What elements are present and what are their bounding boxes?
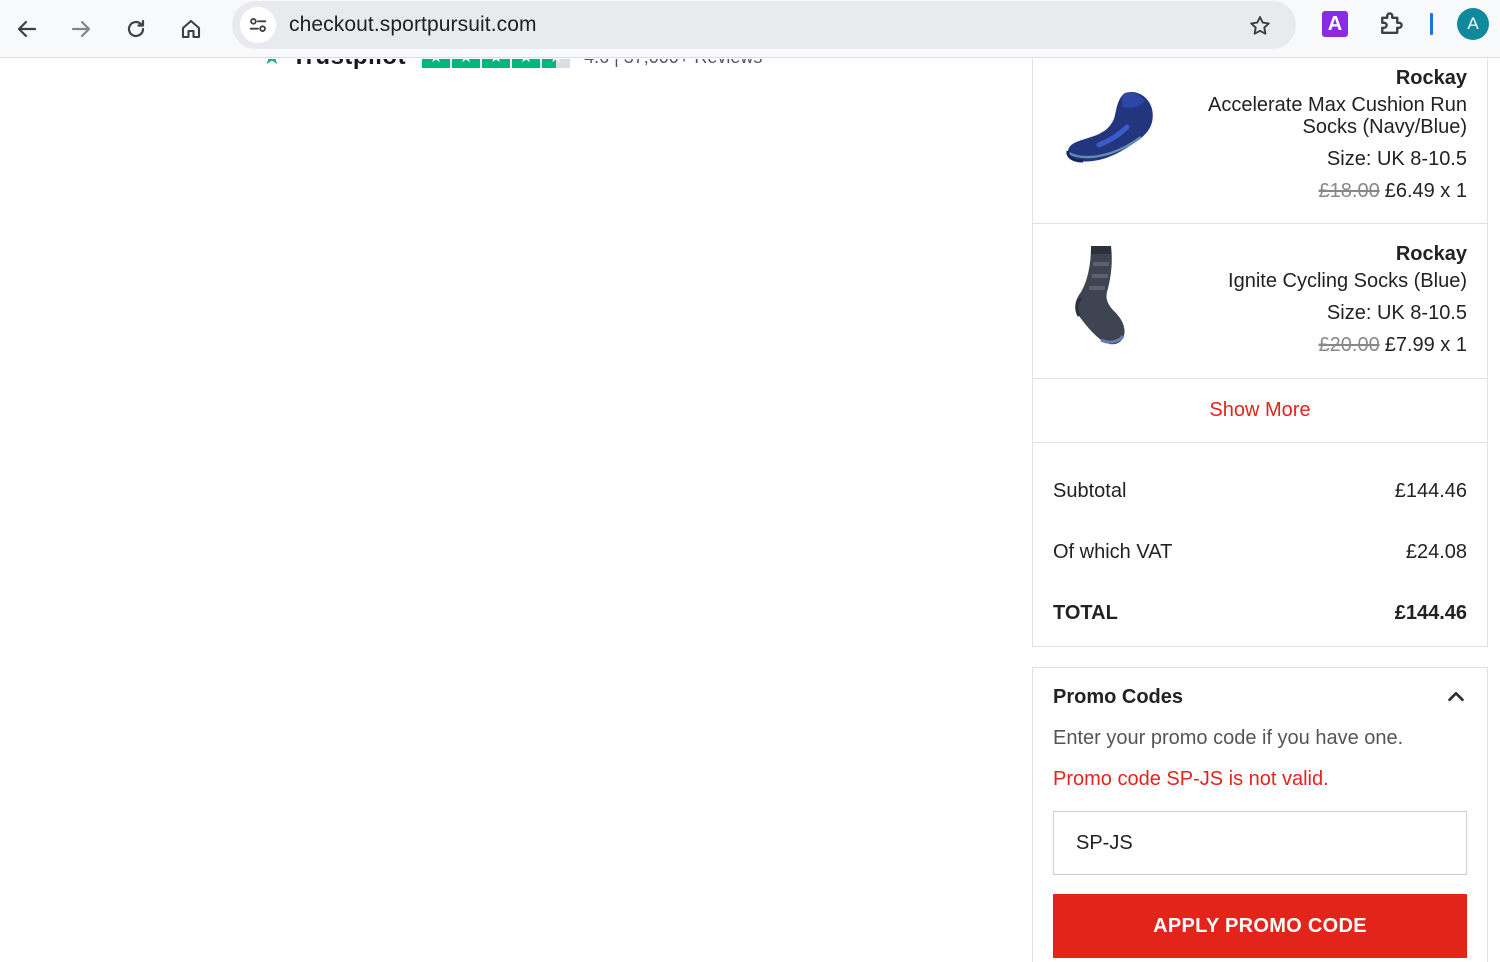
show-more-row: Show More [1033,379,1487,443]
totals-section: Subtotal £144.46 Of which VAT £24.08 TOT… [1033,461,1487,644]
subtotal-value: £144.46 [1394,480,1467,502]
rating-star-icon: ★ [452,59,481,68]
item-old-price: £18.00 [1318,180,1380,202]
navy-ankle-sock-image [1066,91,1153,163]
item-name: Accelerate Max Cushion Run Socks (Navy/B… [1207,94,1467,138]
toolbar-divider [1430,13,1433,35]
cart-item: Rockay Ignite Cycling Socks (Blue) Size:… [1033,224,1487,379]
show-more-link[interactable]: Show More [1209,399,1310,422]
cart-item-details: Rockay Accelerate Max Cushion Run Socks … [1187,67,1467,202]
chevron-up-icon[interactable] [1445,686,1467,708]
promo-code-input[interactable] [1053,811,1467,875]
subtotal-label: Subtotal [1053,480,1127,502]
total-row: TOTAL £144.46 [1053,583,1467,644]
promo-header[interactable]: Promo Codes [1053,685,1467,709]
cart-item: Rockay Accelerate Max Cushion Run Socks … [1033,59,1487,224]
promo-error-message: Promo code SP-JS is not valid. [1053,768,1329,790]
item-brand: Rockay [1395,67,1467,89]
item-price-line: £18.00 £6.49 x 1 [1187,180,1467,202]
vat-row: Of which VAT £24.08 [1053,522,1467,583]
back-button[interactable] [7,9,47,49]
item-brand: Rockay [1395,243,1467,265]
rating-star-icon: ★ [482,59,511,68]
apply-promo-button[interactable]: APPLY PROMO CODE [1053,894,1467,958]
home-button[interactable] [171,9,211,49]
item-price-qty: £6.49 x 1 [1384,180,1467,202]
profile-avatar[interactable]: A [1457,8,1489,40]
forward-button[interactable] [61,9,101,49]
trustpilot-star-icon: ★ [262,59,282,70]
vat-value: £24.08 [1405,541,1467,563]
vat-label: Of which VAT [1053,541,1173,563]
trustpilot-widget[interactable]: ★ Trustpilot ★ ★ ★ ★ ★ 4.6 | 37,000+ Rev… [262,59,762,71]
star-outline-icon [1250,16,1270,35]
browser-toolbar: checkout.sportpursuit.com A A [0,0,1500,58]
cart-item-details: Rockay Ignite Cycling Socks (Blue) Size:… [1228,243,1467,356]
grey-crew-sock-image [1075,246,1125,345]
url-text[interactable]: checkout.sportpursuit.com [289,13,537,37]
trustpilot-rating: ★ ★ ★ ★ ★ [422,59,571,68]
bookmark-star-button[interactable] [1246,12,1274,40]
order-summary: Rockay Accelerate Max Cushion Run Socks … [1032,59,1488,647]
item-name: Ignite Cycling Socks (Blue) [1228,270,1467,292]
item-price-qty: £7.99 x 1 [1384,334,1467,356]
rating-half-star-icon: ★ [542,59,571,68]
extensions-puzzle-icon[interactable] [1376,9,1406,39]
item-size: Size: UK 8-10.5 [1326,302,1467,324]
extension-a-icon[interactable]: A [1322,11,1348,37]
promo-codes-panel: Promo Codes Enter your promo code if you… [1032,667,1488,962]
rating-star-icon: ★ [512,59,541,68]
arrow-right-icon [71,20,91,38]
checkout-page: ★ Trustpilot ★ ★ ★ ★ ★ 4.6 | 37,000+ Rev… [0,59,1500,962]
address-bar[interactable]: checkout.sportpursuit.com [232,1,1296,49]
reload-button[interactable] [116,9,156,49]
home-icon [181,19,201,39]
item-old-price: £20.00 [1318,334,1380,356]
item-price-line: £20.00 £7.99 x 1 [1228,334,1467,356]
total-value: £144.46 [1394,602,1467,624]
total-label: TOTAL [1053,602,1118,624]
subtotal-row: Subtotal £144.46 [1053,461,1467,522]
rating-star-icon: ★ [422,59,451,68]
promo-hint: Enter your promo code if you have one. [1053,727,1404,749]
promo-title: Promo Codes [1053,685,1184,708]
tune-icon [249,18,267,32]
reload-icon [127,19,145,38]
site-info-button[interactable] [240,7,276,43]
arrow-left-icon [17,20,37,38]
trustpilot-score: 4.6 | 37,000+ Reviews [584,59,762,68]
trustpilot-brand: Trustpilot [292,59,406,71]
item-size: Size: UK 8-10.5 [1326,148,1467,170]
